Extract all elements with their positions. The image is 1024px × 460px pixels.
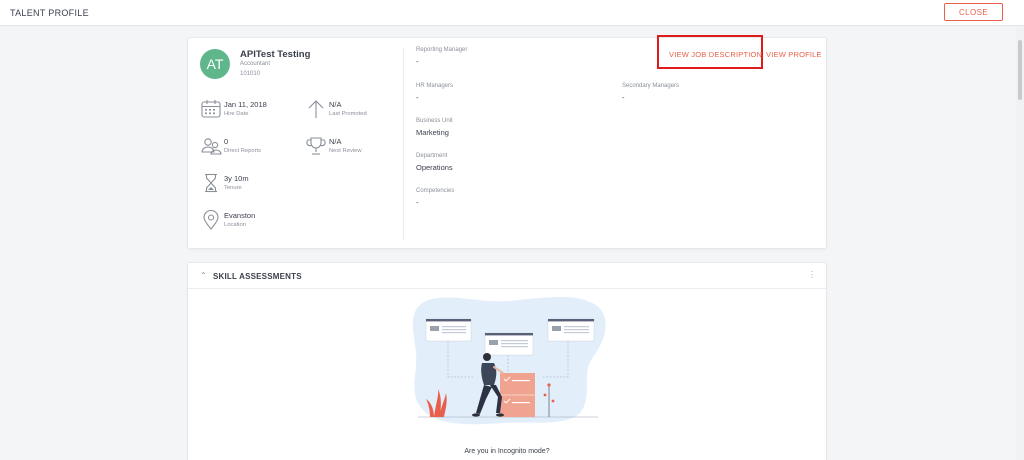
skill-assessments-title: SKILL ASSESSMENTS	[213, 272, 302, 281]
hr-managers-value: -	[416, 93, 419, 102]
tenure-value: 3y 10m	[224, 174, 249, 183]
business-unit-value: Marketing	[416, 128, 449, 137]
business-unit-label: Business Unit	[416, 118, 453, 124]
avatar: AT	[200, 49, 230, 79]
reporting-manager-value: -	[416, 57, 419, 66]
hire-date-label: Hire Date	[224, 111, 249, 117]
secondary-managers-label: Secondary Managers	[622, 83, 680, 89]
profile-card: AT APITest Testing Accountant 101010 Jan…	[187, 35, 827, 249]
hr-managers-field: HR Managers -	[416, 83, 453, 102]
calendar-icon	[201, 100, 221, 118]
tenure-label: Tenure	[224, 185, 242, 191]
business-unit-field: Business Unit Marketing	[416, 118, 453, 137]
employee-name: APITest Testing	[240, 49, 311, 60]
trophy-icon	[306, 137, 326, 155]
close-button[interactable]: CLOSE	[944, 3, 1003, 21]
last-promoted-value: N/A	[329, 100, 342, 109]
reporting-manager-label: Reporting Manager	[416, 47, 468, 53]
direct-reports-label: Direct Reports	[224, 148, 262, 154]
department-field: Department Operations	[416, 153, 453, 172]
competencies-field: Competencies -	[416, 188, 454, 207]
hr-managers-label: HR Managers	[416, 83, 454, 89]
hourglass-icon	[205, 173, 217, 193]
competencies-value: -	[416, 198, 419, 207]
location-label: Location	[224, 222, 246, 228]
column-divider	[403, 48, 404, 240]
next-review-label: Next Review	[329, 148, 362, 154]
hire-date-value: Jan 11, 2018	[224, 100, 267, 109]
view-profile-link[interactable]: VIEW PROFILE	[766, 50, 822, 59]
scrollbar[interactable]	[1016, 26, 1024, 460]
arrow-up-icon	[308, 100, 324, 118]
scrollbar-thumb[interactable]	[1018, 40, 1022, 100]
next-review-value: N/A	[329, 137, 342, 146]
page-title: TALENT PROFILE	[10, 8, 89, 18]
reporting-manager-field: Reporting Manager -	[416, 47, 467, 66]
location-pin-icon	[203, 209, 219, 230]
top-bar: TALENT PROFILE CLOSE	[0, 0, 1024, 26]
department-label: Department	[416, 153, 448, 159]
view-job-description-link[interactable]: VIEW JOB DESCRIPTION	[669, 50, 762, 59]
skill-assessments-header[interactable]: ⌃ SKILL ASSESSMENTS ⋮	[188, 263, 826, 289]
empty-state-illustration	[412, 296, 606, 425]
location-value: Evanston	[224, 211, 256, 220]
department-value: Operations	[416, 163, 453, 172]
chevron-up-icon[interactable]: ⌃	[200, 271, 207, 280]
secondary-managers-value: -	[622, 93, 625, 102]
last-promoted-label: Last Promoted	[329, 111, 367, 117]
more-options-icon[interactable]: ⋮	[808, 270, 816, 279]
skill-assessments-card: ⌃ SKILL ASSESSMENTS ⋮ Are you in Incogni…	[187, 262, 827, 460]
competencies-label: Competencies	[416, 188, 455, 194]
secondary-managers-field: Secondary Managers -	[622, 83, 679, 102]
job-title: Accountant	[240, 61, 271, 67]
people-icon	[201, 138, 222, 155]
direct-reports-value: 0	[224, 137, 229, 146]
employee-id: 101010	[240, 71, 261, 77]
incognito-message: Are you in Incognito mode?	[464, 448, 550, 455]
